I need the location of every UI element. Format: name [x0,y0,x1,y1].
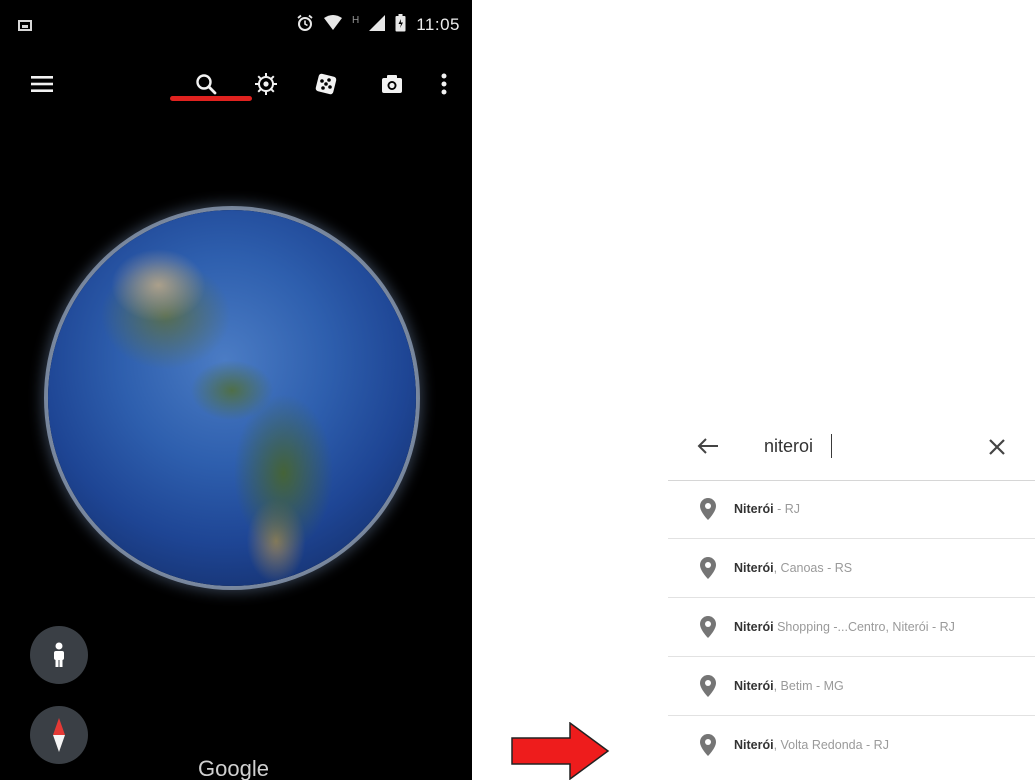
compass-button[interactable] [30,706,88,764]
battery-icon [395,13,406,37]
location-pin-icon [700,557,716,579]
search-input[interactable] [764,432,944,460]
location-pin-icon [700,616,716,638]
result-detail: - RJ [773,502,800,516]
dice-icon [315,73,337,95]
result-detail: , Canoas - RS [773,561,853,575]
status-bar: H 11:05 [0,0,472,52]
more-options-button[interactable] [424,64,464,104]
compass-icon [53,718,65,752]
menu-button[interactable] [22,64,62,104]
result-label: Niterói, Canoas - RS [734,561,852,575]
voyager-icon [255,73,277,95]
location-pin-icon [700,734,716,756]
camera-icon [382,75,402,93]
red-arrow-icon [511,722,610,780]
top-toolbar [0,58,472,110]
search-result-item[interactable]: Niterói, Volta Redonda - RJ [668,716,1035,774]
feeling-lucky-button[interactable] [306,64,346,104]
alarm-icon [296,14,314,37]
image-notification-icon [18,20,32,31]
status-icons: H 11:05 [296,13,460,37]
earth-globe[interactable] [48,210,416,586]
google-earth-screen: H 11:05 Google [0,0,472,780]
location-pin-icon [700,498,716,520]
pegman-icon [54,642,64,667]
search-panel: Niterói - RJ Niterói, Canoas - RS Niteró… [668,410,1035,780]
close-icon[interactable] [986,436,1008,458]
more-vert-icon [441,73,447,95]
search-icon [196,74,217,95]
clock: 11:05 [416,15,460,34]
result-name: Niterói [734,738,774,752]
result-detail: , Volta Redonda - RJ [773,738,889,752]
result-label: Niterói, Betim - MG [734,679,844,693]
search-result-item[interactable]: Niterói, Betim - MG [668,657,1035,716]
menu-icon [31,76,53,92]
google-logo: Google [198,756,269,780]
voyager-button[interactable] [246,64,286,104]
result-name: Niterói [734,620,774,634]
result-detail: Shopping -...Centro, Niterói - RJ [773,620,955,634]
street-view-button[interactable] [30,626,88,684]
search-highlight-underline [170,96,252,101]
signal-icon [369,14,386,36]
network-type-label: H [351,14,360,26]
result-label: Niterói - RJ [734,502,800,516]
result-name: Niterói [734,502,774,516]
location-pin-icon [700,675,716,697]
composite-screenshot: H 11:05 Google niteroi Niterói - RJ Nite… [0,0,1035,780]
result-name: Niterói [734,679,774,693]
search-result-item[interactable]: Niterói, Canoas - RS [668,539,1035,598]
search-result-item[interactable]: Niterói Shopping -...Centro, Niterói - R… [668,598,1035,657]
search-results-list: Niterói - RJ Niterói, Canoas - RS Niteró… [668,480,1035,774]
result-detail: , Betim - MG [773,679,844,693]
result-label: Niterói, Volta Redonda - RJ [734,738,889,752]
result-name: Niterói [734,561,774,575]
result-label: Niterói Shopping -...Centro, Niterói - R… [734,620,955,634]
search-result-item[interactable]: Niterói - RJ [668,480,1035,539]
wifi-icon [323,14,342,36]
text-cursor [831,434,832,458]
back-arrow-icon[interactable] [696,434,720,458]
search-bar [668,410,1035,481]
camera-button[interactable] [372,64,412,104]
